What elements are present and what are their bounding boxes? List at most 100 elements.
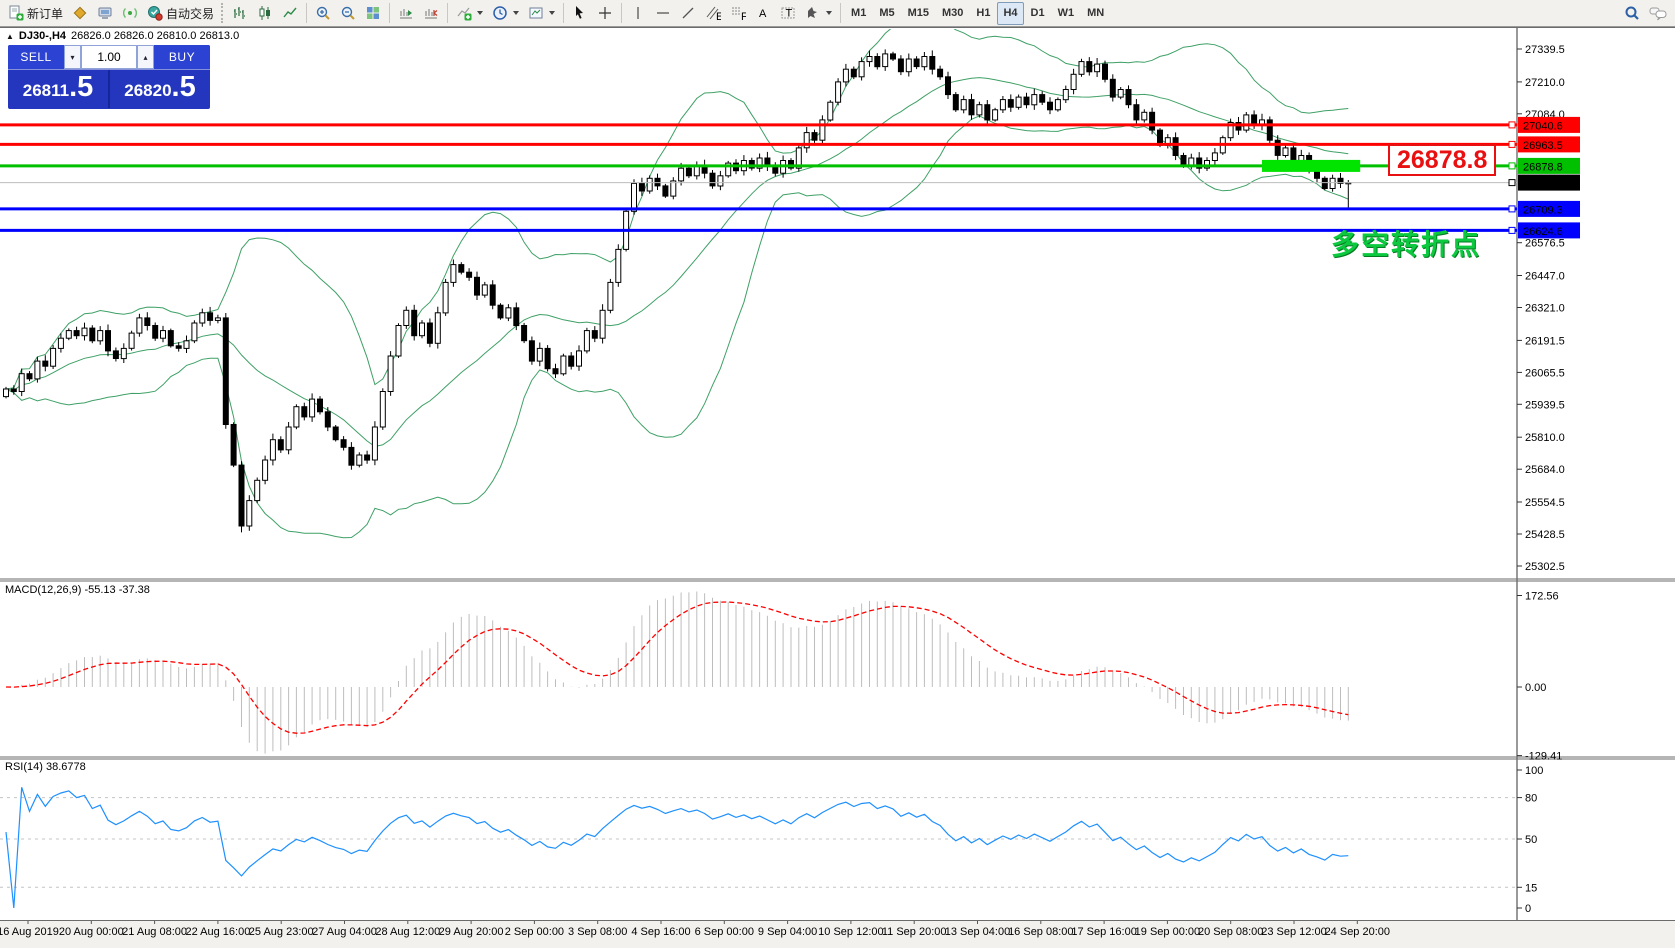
- autoscroll-button[interactable]: [394, 2, 418, 25]
- candle-body: [1275, 140, 1280, 155]
- price-scale-label: 26321.0: [1525, 303, 1565, 315]
- candle-body: [514, 308, 519, 326]
- line-chart-button[interactable]: [278, 2, 302, 25]
- candle-body: [1048, 102, 1053, 110]
- candle-body: [1103, 64, 1108, 79]
- candle-body: [310, 399, 315, 417]
- timeframe-M30[interactable]: M30: [936, 2, 969, 25]
- candle-body: [270, 440, 275, 460]
- candle-body: [365, 455, 370, 460]
- price-scale-label: 25810.0: [1525, 432, 1565, 444]
- volume-increase-button[interactable]: ▴: [137, 45, 154, 69]
- candle-body: [647, 178, 652, 191]
- price-callout[interactable]: 26878.8: [1388, 144, 1496, 176]
- candle-body: [286, 427, 291, 450]
- terminal-button[interactable]: [93, 2, 117, 25]
- volume-decrease-button[interactable]: ▾: [64, 45, 81, 69]
- tile-windows-button[interactable]: [361, 2, 385, 25]
- time-axis-label: 28 Aug 12:00: [375, 926, 440, 938]
- trendline-tool[interactable]: [676, 2, 700, 25]
- vertical-line-tool[interactable]: [626, 2, 650, 25]
- timeframe-W1[interactable]: W1: [1052, 2, 1081, 25]
- candle-body: [529, 341, 534, 361]
- highlight-rectangle[interactable]: [1262, 160, 1360, 172]
- candle-body: [74, 331, 79, 336]
- trendline-icon: [680, 5, 696, 21]
- templates-dropdown[interactable]: [524, 2, 559, 25]
- candle-body: [820, 120, 825, 140]
- timeframe-M1[interactable]: M1: [845, 2, 872, 25]
- candle-body: [812, 133, 817, 141]
- candle-body: [545, 348, 550, 368]
- candle-body: [592, 331, 597, 339]
- one-click-toggle-icon[interactable]: ▲: [6, 32, 14, 41]
- chat-button[interactable]: [1645, 2, 1671, 25]
- candle-body: [208, 313, 213, 321]
- bar-chart-button[interactable]: [228, 2, 252, 25]
- cursor-icon: [572, 5, 588, 21]
- timeframe-H1[interactable]: H1: [970, 2, 996, 25]
- timeframe-D1[interactable]: D1: [1025, 2, 1051, 25]
- sell-price[interactable]: 26811 .5: [8, 70, 108, 108]
- candle-body: [1024, 97, 1029, 105]
- buy-button[interactable]: BUY: [154, 45, 210, 69]
- timeframe-MN[interactable]: MN: [1081, 2, 1110, 25]
- text-tool[interactable]: A: [751, 2, 775, 25]
- cn-annotation[interactable]: 多空转折点: [1331, 223, 1481, 263]
- candlestick-chart-button[interactable]: [253, 2, 277, 25]
- text-label-tool[interactable]: T: [776, 2, 800, 25]
- svg-text:T: T: [786, 8, 793, 20]
- time-axis-label: 25 Aug 23:00: [249, 926, 314, 938]
- candle-body: [341, 440, 346, 448]
- candle-body: [1150, 112, 1155, 130]
- tile-windows-icon: [365, 5, 381, 21]
- timeframe-H4[interactable]: H4: [997, 2, 1023, 25]
- candle-body: [1244, 115, 1249, 130]
- candle-body: [671, 181, 676, 196]
- buy-price-dec: .5: [172, 72, 196, 102]
- arrows-dropdown[interactable]: [801, 2, 836, 25]
- cursor-button[interactable]: [568, 2, 592, 25]
- timeframe-M15[interactable]: M15: [902, 2, 935, 25]
- candle-body: [490, 285, 495, 305]
- chart-shift-button[interactable]: [419, 2, 443, 25]
- candle-body: [161, 331, 166, 339]
- candle-body: [1008, 100, 1013, 108]
- fibonacci-tool[interactable]: F: [726, 2, 750, 25]
- price-scale-label: 25684.0: [1525, 464, 1565, 476]
- buy-price-int: 26820: [124, 81, 171, 101]
- main-toolbar: 新订单 自动交易: [0, 0, 1675, 27]
- price-scale-label: 26576.5: [1525, 238, 1565, 250]
- periods-dropdown[interactable]: [488, 2, 523, 25]
- candle-body: [153, 326, 158, 339]
- sell-button[interactable]: SELL: [8, 45, 64, 69]
- candle-body: [349, 447, 354, 465]
- symbol-period: DJ30-,H4: [19, 30, 66, 42]
- candle-body: [1095, 64, 1100, 72]
- candle-body: [710, 173, 715, 186]
- time-axis-label: 20 Sep 08:00: [1198, 926, 1263, 938]
- indicators-dropdown[interactable]: [452, 2, 487, 25]
- gold-symbol-button[interactable]: [68, 2, 92, 25]
- autoscroll-icon: [398, 5, 414, 21]
- volume-input[interactable]: [81, 45, 137, 69]
- channel-tool[interactable]: E: [701, 2, 725, 25]
- timeframe-M5[interactable]: M5: [873, 2, 900, 25]
- horizontal-line-tool[interactable]: [651, 2, 675, 25]
- candle-body: [325, 412, 330, 427]
- zoom-in-button[interactable]: [311, 2, 335, 25]
- candle-body: [522, 326, 527, 341]
- chart-window[interactable]: 27339.527210.027084.026576.526447.026321…: [0, 27, 1675, 948]
- buy-price[interactable]: 26820 .5: [110, 70, 210, 108]
- autotrade-button[interactable]: 自动交易: [143, 2, 218, 25]
- time-axis-label: 16 Sep 08:00: [1008, 926, 1073, 938]
- time-axis-label: 17 Sep 16:00: [1071, 926, 1136, 938]
- signal-button[interactable]: [118, 2, 142, 25]
- candle-body: [616, 249, 621, 282]
- new-order-button[interactable]: 新订单: [4, 2, 67, 25]
- crosshair-icon: [597, 5, 613, 21]
- search-button[interactable]: [1620, 2, 1644, 25]
- zoom-out-button[interactable]: [336, 2, 360, 25]
- candle-body: [1126, 90, 1131, 105]
- crosshair-button[interactable]: [593, 2, 617, 25]
